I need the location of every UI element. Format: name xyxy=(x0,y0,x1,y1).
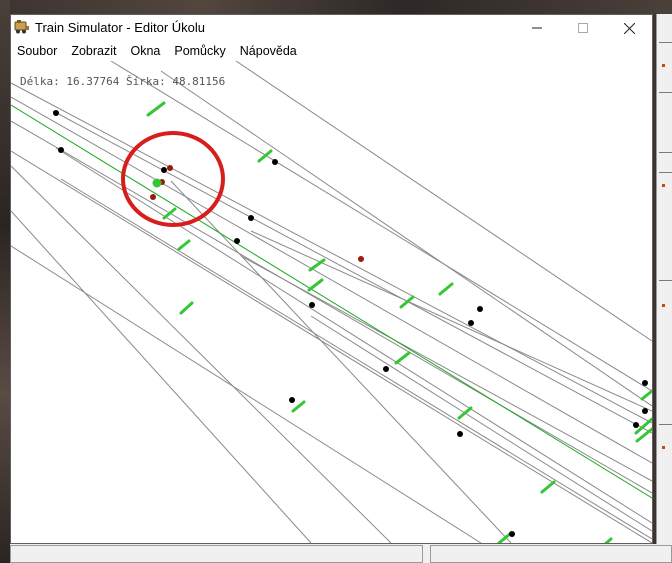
desktop-background-top xyxy=(0,0,672,14)
track-map[interactable] xyxy=(11,61,652,543)
minimize-button[interactable] xyxy=(514,15,560,41)
selected-track-line xyxy=(11,104,652,499)
selected-node[interactable] xyxy=(152,178,162,188)
menu-zobrazit[interactable]: Zobrazit xyxy=(64,41,123,61)
menu-pomucky[interactable]: Pomůcky xyxy=(167,41,232,61)
minimize-icon xyxy=(532,27,542,29)
maximize-button[interactable] xyxy=(560,15,606,41)
maximize-icon xyxy=(578,23,588,33)
desktop-background-left xyxy=(0,0,10,563)
title-bar[interactable]: Train Simulator - Editor Úkolu xyxy=(11,15,652,41)
status-pane-left xyxy=(10,545,423,563)
track-map-canvas[interactable]: Délka: 16.37764 Šírka: 48.81156 xyxy=(11,61,652,543)
window-title: Train Simulator - Editor Úkolu xyxy=(35,20,206,35)
coordinates-readout: Délka: 16.37764 Šírka: 48.81156 xyxy=(20,75,226,88)
status-pane-right xyxy=(430,545,672,563)
track-nodes xyxy=(53,110,648,537)
menu-okna[interactable]: Okna xyxy=(123,41,167,61)
close-icon xyxy=(623,22,635,34)
menu-soubor[interactable]: Soubor xyxy=(11,41,64,61)
menu-bar: Soubor Zobrazit Okna Pomůcky Nápověda xyxy=(11,41,652,61)
close-button[interactable] xyxy=(606,15,652,41)
editor-window: Train Simulator - Editor Úkolu Soubor Zo… xyxy=(10,14,653,544)
adjacent-window-edge xyxy=(656,14,672,563)
menu-napoveda[interactable]: Nápověda xyxy=(233,41,304,61)
bottom-panel xyxy=(10,544,672,563)
train-app-icon xyxy=(14,19,30,35)
